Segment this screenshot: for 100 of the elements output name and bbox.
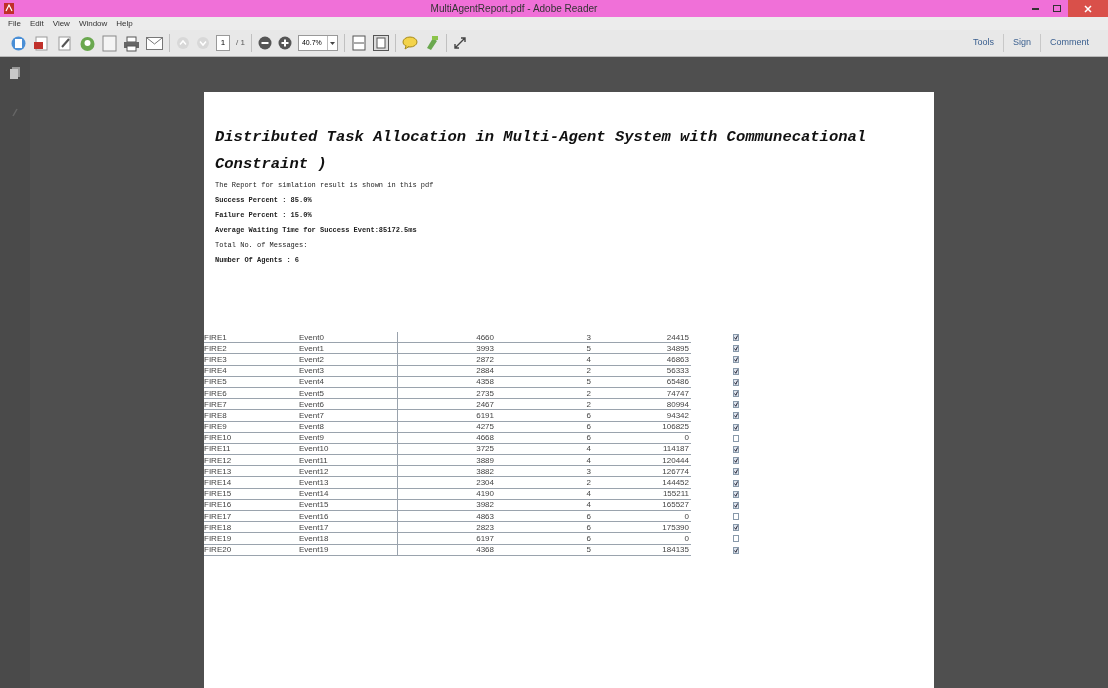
checkbox[interactable]	[733, 412, 739, 420]
table-cell-text: 5	[585, 377, 591, 387]
checkbox[interactable]	[733, 378, 739, 386]
checkbox[interactable]	[733, 524, 739, 532]
menu-item[interactable]: Help	[116, 17, 133, 30]
table-cell-text: 120444	[661, 455, 689, 465]
checkbox[interactable]	[733, 513, 739, 521]
table-cell: Event5	[299, 387, 398, 399]
create-icon[interactable]	[10, 34, 27, 52]
table-cell-text: FIRE16	[204, 500, 233, 510]
table-cell: Event11	[299, 455, 398, 466]
checkbox[interactable]	[733, 535, 739, 543]
table-cell-text: FIRE19	[204, 533, 233, 543]
zoom-in-icon[interactable]	[277, 36, 292, 50]
close-icon	[1084, 4, 1092, 13]
menu-item[interactable]: Window	[78, 17, 108, 30]
table-cell-text: FIRE11	[204, 444, 232, 454]
pdf-file-icon[interactable]	[33, 34, 50, 52]
toolbar-tab[interactable]: Sign	[1003, 36, 1040, 50]
table-cell: Event17	[299, 522, 398, 533]
checkbox[interactable]	[733, 367, 739, 375]
table-cell-text: 4	[585, 354, 591, 364]
checkbox[interactable]	[733, 501, 739, 509]
table-cell: Event18	[299, 533, 398, 544]
page-number-field[interactable]: 1	[216, 35, 230, 51]
fit-page-icon[interactable]	[372, 35, 389, 51]
page-count: / 1	[236, 37, 245, 49]
edit-icon[interactable]	[56, 34, 73, 52]
table-cell-text: FIRE5	[204, 377, 228, 387]
checkbox[interactable]	[733, 401, 739, 409]
checkbox[interactable]	[733, 468, 739, 476]
table-cell-text: 2884	[475, 366, 494, 376]
table-cell-text: FIRE10	[204, 433, 233, 443]
full-screen-icon[interactable]	[452, 36, 467, 50]
table-cell-text: FIRE1	[204, 332, 228, 342]
table-cell-text: 94342	[665, 410, 689, 420]
table-cell-text: FIRE4	[204, 366, 228, 376]
checkbox[interactable]	[733, 546, 739, 554]
menu-item[interactable]: File	[8, 17, 21, 30]
table-cell-text: 56333	[665, 366, 689, 376]
checkbox[interactable]	[733, 434, 739, 442]
table-cell-text: 2	[585, 388, 591, 398]
table-cell-text: 4863	[475, 511, 494, 521]
table-cell: Event1	[299, 343, 398, 354]
table-cell-text: 2735	[475, 388, 494, 398]
checkbox[interactable]	[733, 457, 739, 465]
mail-icon[interactable]	[146, 36, 163, 50]
table-cell: Event19	[299, 544, 398, 555]
menu-item[interactable]: View	[52, 17, 70, 30]
toolbar-tab[interactable]: Tools	[963, 36, 1003, 50]
pages-icon[interactable]	[10, 67, 20, 79]
table-cell-text: 114187	[661, 444, 689, 454]
table-cell-text: 106825	[661, 422, 689, 432]
table-cell-text: 4	[585, 500, 591, 510]
app-icon	[4, 3, 14, 14]
checkbox[interactable]	[733, 445, 739, 453]
checkbox[interactable]	[733, 390, 739, 398]
checkbox[interactable]	[733, 423, 739, 431]
table-cell-text: 4668	[475, 433, 494, 443]
checkbox[interactable]	[733, 479, 739, 487]
table-cell-text: FIRE20	[204, 545, 233, 555]
table-cell-text: 3889	[475, 455, 494, 465]
table-cell: Event14	[299, 488, 398, 499]
table-cell-text: 3	[585, 466, 591, 476]
table-cell: Event0	[299, 332, 398, 343]
checkbox[interactable]	[733, 334, 739, 342]
table-cell: Event6	[299, 399, 398, 410]
table-cell: Event9	[299, 432, 398, 443]
checkbox[interactable]	[733, 490, 739, 498]
checkbox[interactable]	[733, 356, 739, 364]
table-cell-text: 65486	[665, 377, 689, 387]
print-icon[interactable]	[123, 34, 140, 52]
table-cell-text: 4358	[475, 377, 494, 387]
caret-icon	[329, 41, 335, 45]
table-cell-text: 5	[585, 343, 591, 353]
table-cell-text: 4660	[475, 332, 494, 342]
toolbar-tab[interactable]: Comment	[1041, 36, 1098, 50]
table-cell-text: 74747	[665, 388, 689, 398]
table-cell-text: 0	[683, 533, 689, 543]
table-cell-text: FIRE12	[204, 455, 233, 465]
table-cell-text: 4	[585, 444, 591, 454]
table-cell-text: 3982	[475, 500, 494, 510]
table-cell-text: 6	[585, 433, 591, 443]
table-cell-text: 4	[585, 455, 591, 465]
table-cell-text: 2467	[475, 399, 494, 409]
table-cell-text: 184135	[661, 545, 689, 555]
menu-item[interactable]: Edit	[29, 17, 44, 30]
table-cell-text: FIRE13	[204, 466, 233, 476]
table-cell-text: 6191	[475, 410, 494, 420]
table-cell: Event7	[299, 410, 398, 421]
zoom-out-icon[interactable]	[257, 36, 272, 50]
table-cell-text: 34895	[665, 343, 689, 353]
table-cell-text: FIRE15	[204, 489, 233, 499]
table-cell: Event4	[299, 376, 398, 387]
table-cell-text: 2	[585, 366, 591, 376]
fit-width-icon[interactable]	[350, 35, 367, 51]
table-cell: Event13	[299, 477, 398, 488]
table-cell-text: 6	[585, 511, 591, 521]
checkbox[interactable]	[733, 345, 739, 353]
table-cell: Event8	[299, 421, 398, 432]
